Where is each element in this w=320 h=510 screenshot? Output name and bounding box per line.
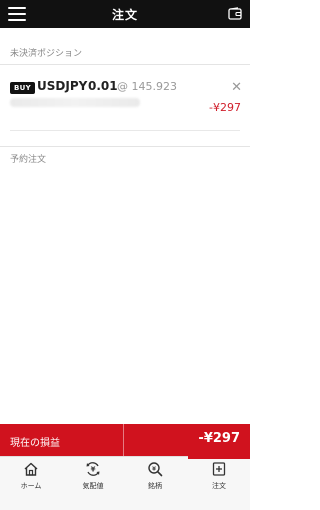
divider	[10, 130, 240, 131]
section-label-positions: 未決済ポジション	[10, 49, 83, 59]
svg-text:¥: ¥	[91, 466, 96, 474]
active-tab-indicator	[188, 456, 250, 459]
position-lot: 0.01	[88, 79, 118, 93]
divider	[0, 64, 250, 65]
position-symbol: USDJPY	[37, 79, 88, 93]
tab-order[interactable]: 注文	[188, 456, 250, 510]
svg-text:¥: ¥	[152, 466, 156, 472]
yen-refresh-icon: ¥	[86, 462, 100, 476]
pnl-summary-value: -¥297	[198, 431, 240, 446]
redacted-info	[10, 98, 140, 107]
pnl-summary-label: 現在の損益	[10, 438, 60, 449]
wallet-icon[interactable]	[228, 7, 242, 20]
tab-label: ホーム	[20, 482, 42, 490]
tab-label: 銘柄	[148, 482, 162, 490]
tab-label: 注文	[212, 482, 226, 490]
side-badge: BUY	[10, 82, 35, 94]
divider	[123, 424, 124, 456]
pnl-summary-bar: 現在の損益 -¥297	[0, 424, 250, 456]
tab-symbols[interactable]: ¥ 銘柄	[124, 457, 186, 510]
close-icon[interactable]: ✕	[231, 80, 242, 95]
section-label-orders: 予約注文	[10, 155, 47, 165]
tab-label: 気配値	[82, 482, 104, 490]
position-row[interactable]: BUY USDJPY 0.01 @ 145.923 ✕ -¥297	[0, 74, 250, 134]
position-rate: @ 145.923	[117, 80, 177, 93]
top-bar: 注文	[0, 0, 250, 28]
divider	[0, 146, 250, 147]
tab-quotes[interactable]: ¥ 気配値	[62, 457, 124, 510]
search-icon: ¥	[148, 462, 163, 477]
page-title: 注文	[111, 8, 138, 22]
tab-bar: ホーム ¥ 気配値 ¥ 銘柄 注文	[0, 456, 250, 510]
tab-home[interactable]: ホーム	[0, 457, 62, 510]
position-pnl: -¥297	[209, 101, 241, 114]
order-icon	[212, 462, 226, 476]
home-icon	[24, 462, 38, 476]
